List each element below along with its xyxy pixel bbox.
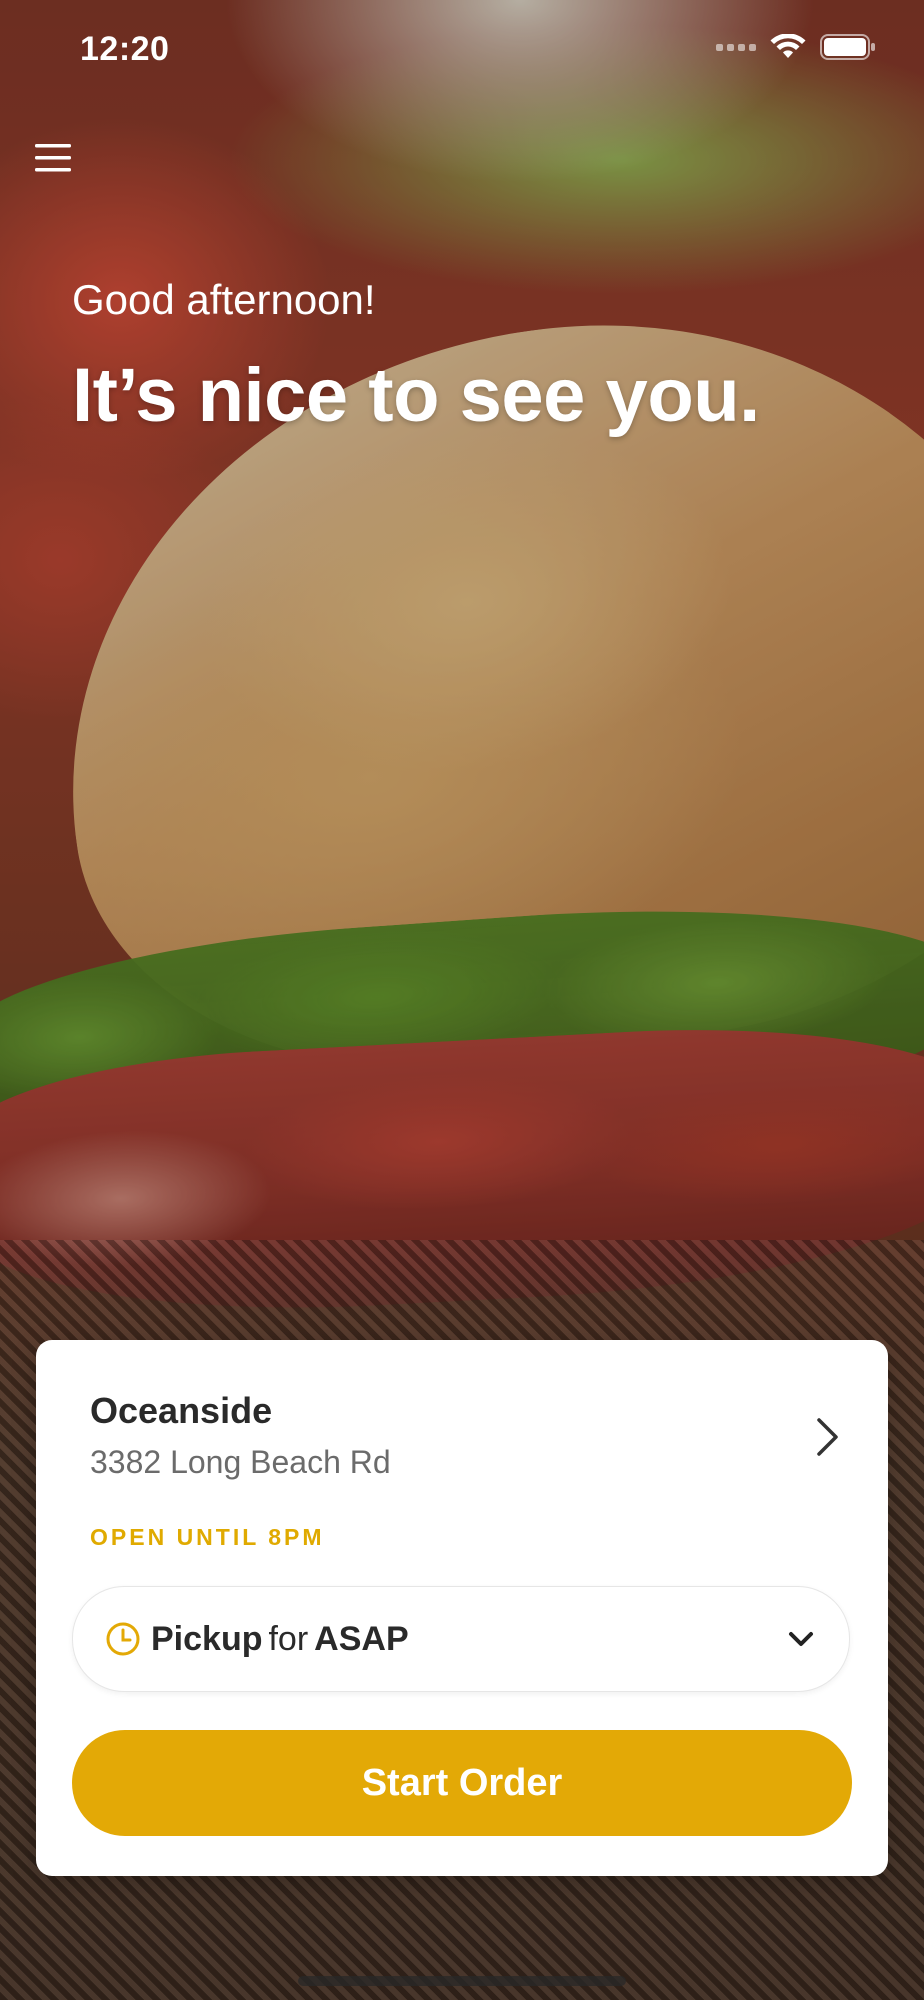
order-summary: Pickup for ASAP [151, 1620, 409, 1659]
clock-icon [105, 1621, 141, 1657]
home-indicator [298, 1976, 626, 1986]
order-type-dropdown[interactable]: Pickup for ASAP [72, 1586, 850, 1692]
status-time: 12:20 [80, 30, 170, 68]
hamburger-menu-icon [35, 144, 71, 172]
open-status: OPEN UNTIL 8PM [90, 1524, 325, 1550]
status-bar: 12:20 [0, 0, 924, 100]
order-mode: Pickup [151, 1619, 263, 1658]
signal-icon [716, 43, 756, 51]
chevron-down-icon [783, 1621, 819, 1657]
greeting-text: Good afternoon! [72, 276, 376, 323]
order-connector: for [268, 1619, 309, 1658]
store-details-button[interactable] [808, 1412, 848, 1462]
chevron-right-icon [817, 1418, 838, 1456]
battery-icon [820, 34, 875, 60]
order-time: ASAP [314, 1619, 409, 1658]
store-name[interactable]: Oceanside [90, 1390, 272, 1432]
menu-button[interactable] [34, 138, 74, 178]
wifi-icon [770, 34, 806, 58]
page-headline: It’s nice to see you. [72, 353, 760, 438]
store-card: Oceanside 3382 Long Beach Rd OPEN UNTIL … [36, 1340, 888, 1876]
store-address: 3382 Long Beach Rd [90, 1444, 391, 1480]
status-icons [716, 34, 876, 60]
start-order-button[interactable]: Start Order [72, 1730, 852, 1836]
